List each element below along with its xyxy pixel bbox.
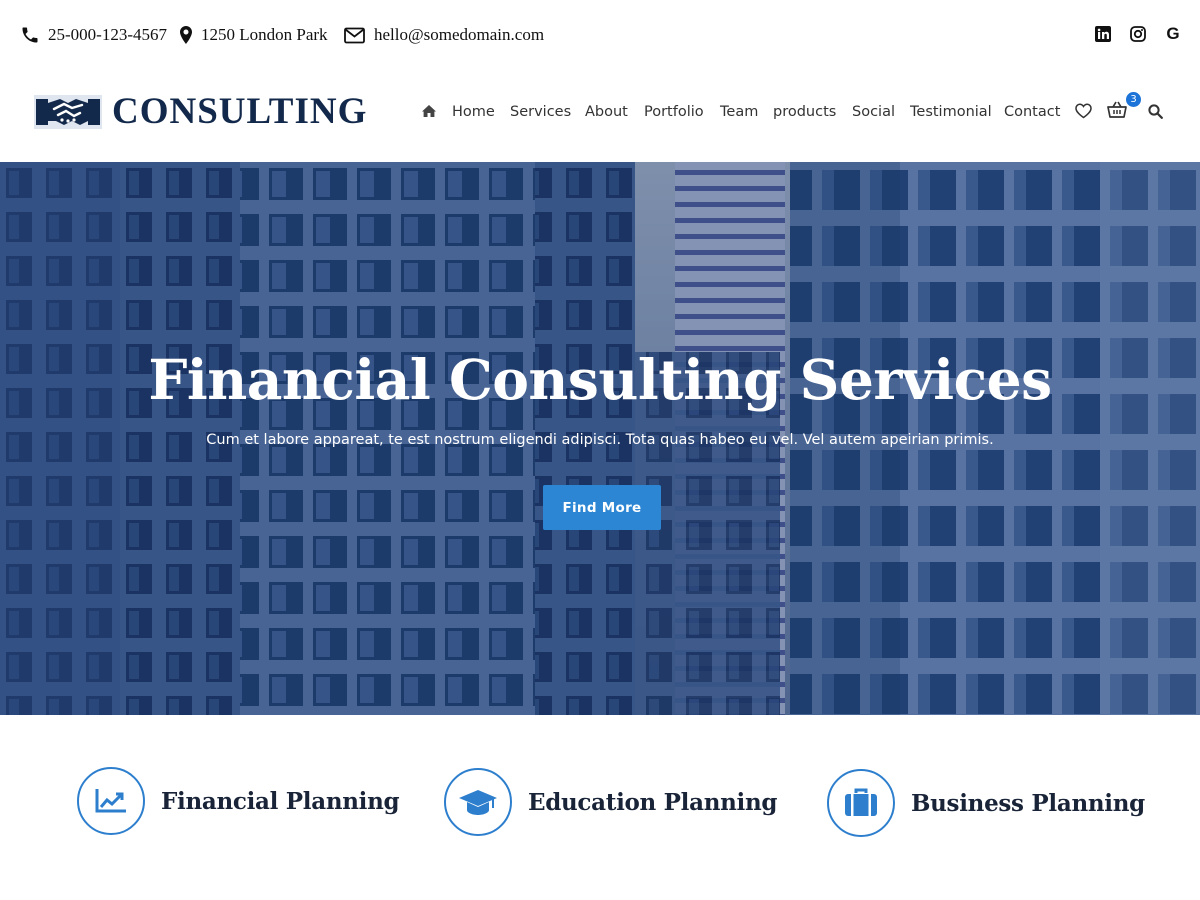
envelope-icon <box>344 27 365 43</box>
feature-financial-planning[interactable]: Financial Planning <box>77 767 400 835</box>
home-icon[interactable] <box>421 103 437 119</box>
nav-social[interactable]: Social <box>852 103 895 121</box>
logo[interactable]: CONSULTING <box>34 90 367 133</box>
address-text: 1250 London Park <box>201 25 328 44</box>
linkedin-link[interactable] <box>1093 24 1113 44</box>
feature-title: Financial Planning <box>161 787 400 815</box>
nav-about[interactable]: About <box>585 103 628 121</box>
feature-education-planning[interactable]: Education Planning <box>444 768 778 836</box>
map-pin-icon <box>180 26 192 44</box>
hero-subtitle: Cum et labore appareat, te est nostrum e… <box>206 432 994 448</box>
nav-services[interactable]: Services <box>510 103 571 121</box>
nav-products[interactable]: products <box>773 103 836 121</box>
heart-icon[interactable] <box>1075 103 1092 119</box>
instagram-link[interactable] <box>1128 24 1148 44</box>
top-contact-bar: 25-000-123-4567 1250 London Park hello@s… <box>0 0 1200 70</box>
site-header: CONSULTING Home Services About Portfolio… <box>0 70 1200 162</box>
cart-count-badge: 3 <box>1126 92 1141 107</box>
feature-icon-circle <box>444 768 512 836</box>
instagram-icon <box>1130 26 1146 42</box>
nav-testimonial[interactable]: Testimonial <box>910 103 992 121</box>
google-icon: G <box>1166 24 1180 43</box>
hero-title: Financial Consulting Services <box>148 347 1052 412</box>
graduation-cap-icon <box>459 790 497 815</box>
contact-phone[interactable]: 25-000-123-4567 <box>20 22 167 48</box>
feature-icon-circle <box>77 767 145 835</box>
hero-banner: Financial Consulting Services Cum et lab… <box>0 162 1200 715</box>
nav-home[interactable]: Home <box>452 103 495 121</box>
feature-icon-circle <box>827 769 895 837</box>
find-more-button[interactable]: Find More <box>543 485 661 530</box>
nav-contact[interactable]: Contact <box>1004 103 1060 121</box>
phone-text: 25-000-123-4567 <box>48 25 167 44</box>
feature-title: Education Planning <box>528 788 778 816</box>
nav-team[interactable]: Team <box>720 103 758 121</box>
search-icon[interactable] <box>1148 104 1163 119</box>
shopping-basket-icon[interactable] <box>1107 101 1127 119</box>
nav-portfolio[interactable]: Portfolio <box>644 103 704 121</box>
feature-business-planning[interactable]: Business Planning <box>827 769 1145 837</box>
feature-title: Business Planning <box>911 789 1145 817</box>
contact-address: 1250 London Park <box>180 22 328 48</box>
email-text: hello@somedomain.com <box>374 25 545 44</box>
logo-text: CONSULTING <box>112 91 368 132</box>
chart-line-icon <box>95 789 126 813</box>
contact-email[interactable]: hello@somedomain.com <box>344 22 544 48</box>
briefcase-icon <box>845 788 877 816</box>
google-link[interactable]: G <box>1163 24 1183 44</box>
linkedin-icon <box>1095 26 1111 42</box>
phone-icon <box>22 27 38 43</box>
handshake-logo-icon <box>34 94 102 129</box>
